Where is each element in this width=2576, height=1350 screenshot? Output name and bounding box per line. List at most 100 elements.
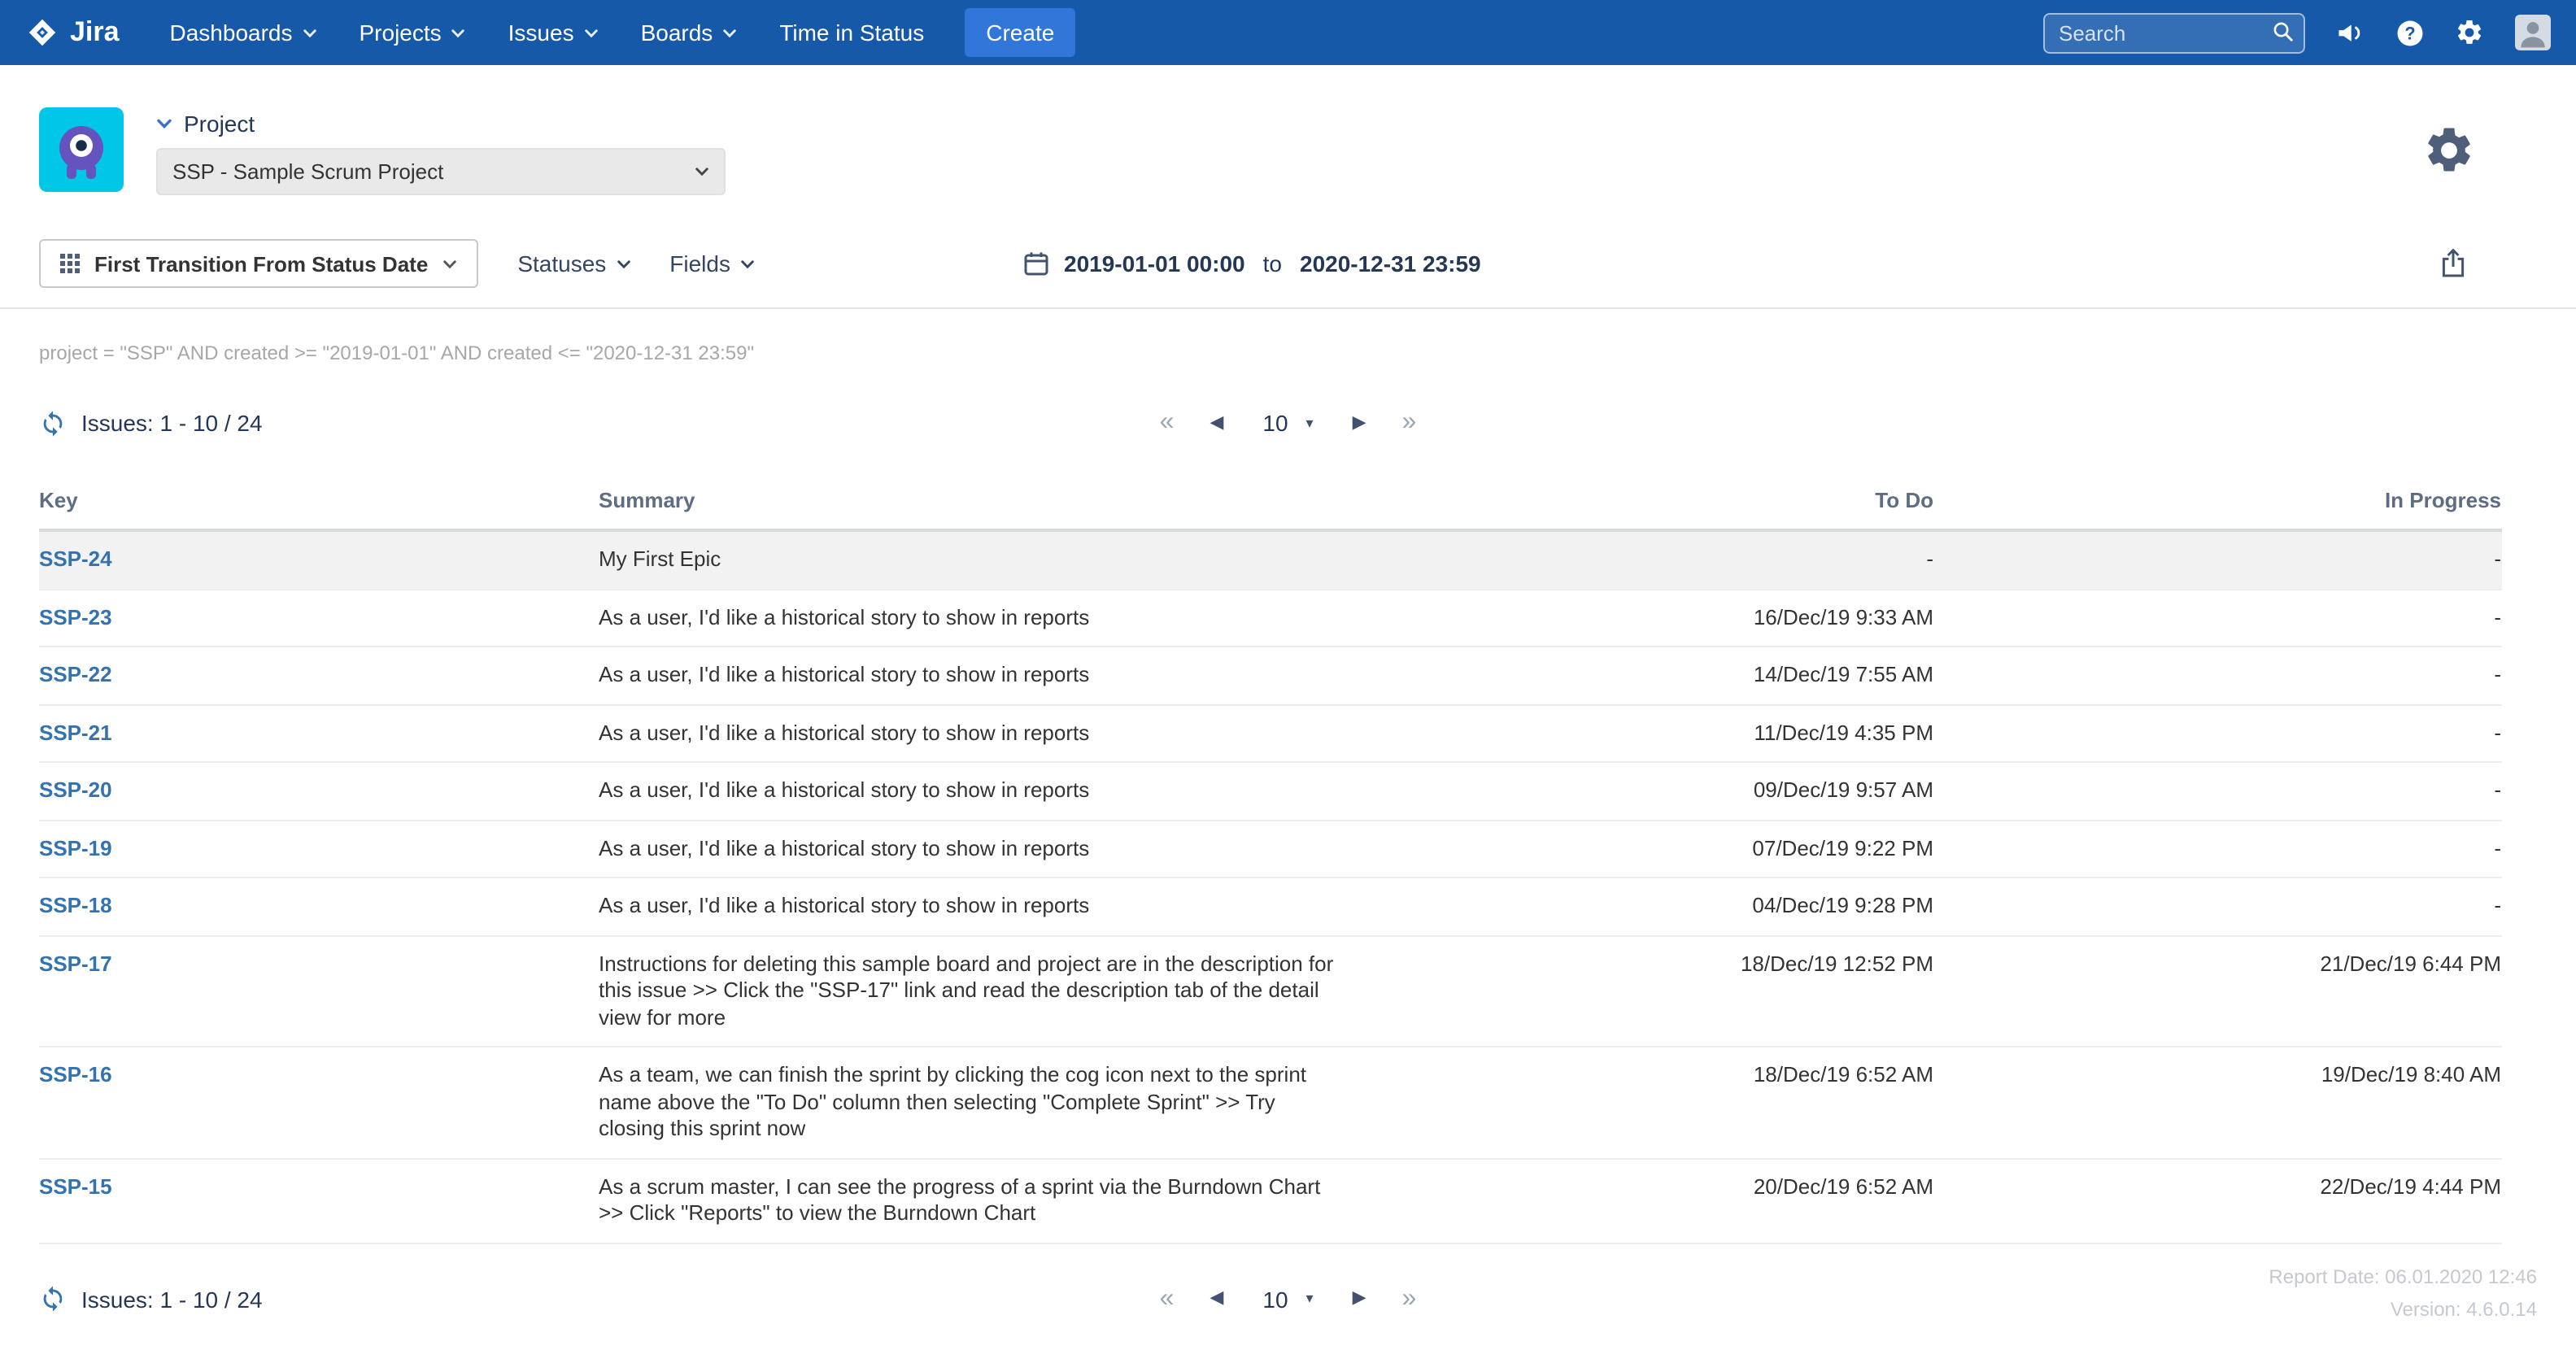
inprogress-date-cell: 19/Dec/19 8:40 AM <box>1933 1047 2501 1158</box>
search-input[interactable] <box>2042 12 2304 53</box>
issue-key-link[interactable]: SSP-22 <box>39 662 112 686</box>
first-page-button[interactable]: « <box>1160 1286 1175 1312</box>
date-from: 2019-01-01 00:00 <box>1064 250 1245 277</box>
statuses-dropdown[interactable]: Statuses <box>517 250 630 277</box>
issue-summary-text: My First Epic <box>599 547 1334 573</box>
jira-logo[interactable]: Jira <box>26 16 120 49</box>
issue-key-cell: SSP-24 <box>39 530 599 589</box>
chevron-down-icon <box>616 256 630 271</box>
first-page-button[interactable]: « <box>1160 410 1175 436</box>
page-size-select[interactable]: 10 ▾ <box>1259 1281 1316 1317</box>
inprogress-date-cell: - <box>1933 530 2501 589</box>
todo-date-cell: 07/Dec/19 9:22 PM <box>1384 820 1933 878</box>
user-avatar[interactable] <box>2514 15 2550 50</box>
issue-summary-cell: As a user, I'd like a historical story t… <box>599 589 1384 647</box>
prev-page-button[interactable]: ◀ <box>1210 1290 1223 1308</box>
announcement-icon[interactable] <box>2335 20 2365 46</box>
gear-icon[interactable] <box>2454 18 2483 47</box>
issue-key-cell: SSP-18 <box>39 878 599 935</box>
column-header-todo[interactable]: To Do <box>1384 465 1933 530</box>
issue-key-link[interactable]: SSP-23 <box>39 604 112 629</box>
fields-dropdown[interactable]: Fields <box>669 250 755 277</box>
issue-key-link[interactable]: SSP-18 <box>39 893 112 917</box>
page-size-value: 10 <box>1262 410 1288 436</box>
report-toolbar: First Transition From Status Date Status… <box>0 195 2576 307</box>
table-header-row: Key Summary To Do In Progress <box>39 465 2501 530</box>
help-icon[interactable]: ? <box>2395 19 2423 46</box>
nav-menu-item[interactable]: Time in Status <box>758 0 945 65</box>
issue-summary-cell: As a scrum master, I can see the progres… <box>599 1158 1384 1243</box>
table-row: SSP-21 As a user, I'd like a historical … <box>39 704 2501 762</box>
issue-key-link[interactable]: SSP-17 <box>39 951 112 975</box>
project-select-value: SSP - Sample Scrum Project <box>172 159 443 184</box>
issue-key-link[interactable]: SSP-21 <box>39 720 112 744</box>
calendar-icon <box>1023 250 1049 277</box>
issues-table: Key Summary To Do In Progress SSP-24 My … <box>39 465 2501 1243</box>
issues-bar-top: Issues: 1 - 10 / 24 « ◀ 10 ▾ ▶ » <box>0 390 2576 455</box>
table-row: SSP-16 As a team, we can finish the spri… <box>39 1047 2501 1158</box>
issue-key-link[interactable]: SSP-19 <box>39 835 112 860</box>
issue-summary-cell: My First Epic <box>599 530 1384 589</box>
issue-key-link[interactable]: SSP-16 <box>39 1062 112 1087</box>
next-page-button[interactable]: ▶ <box>1353 414 1366 432</box>
search-icon[interactable] <box>2272 20 2293 50</box>
search-box[interactable] <box>2042 12 2304 53</box>
next-page-button[interactable]: ▶ <box>1353 1290 1366 1308</box>
issue-key-link[interactable]: SSP-24 <box>39 547 112 571</box>
refresh-icon[interactable] <box>39 409 67 437</box>
todo-date-cell: 16/Dec/19 9:33 AM <box>1384 589 1933 647</box>
create-button[interactable]: Create <box>965 8 1075 57</box>
main-menu: Dashboards Projects Issues <box>149 0 946 65</box>
inprogress-date-cell: - <box>1933 589 2501 647</box>
table-row: SSP-15 As a scrum master, I can see the … <box>39 1158 2501 1243</box>
table-row: SSP-19 As a user, I'd like a historical … <box>39 820 2501 878</box>
nav-menu-item[interactable]: Issues <box>487 0 620 65</box>
inprogress-date-cell: - <box>1933 762 2501 820</box>
last-page-button[interactable]: » <box>1402 1286 1417 1312</box>
chevron-down-icon <box>442 256 457 271</box>
nav-right-cluster: ? <box>2042 12 2550 53</box>
inprogress-date-cell: 21/Dec/19 6:44 PM <box>1933 935 2501 1047</box>
report-settings-gear-icon[interactable] <box>2421 124 2475 185</box>
column-header-inprogress[interactable]: In Progress <box>1933 465 2501 530</box>
nav-menu-item[interactable]: Dashboards <box>149 0 338 65</box>
inprogress-date-cell: 22/Dec/19 4:44 PM <box>1933 1158 2501 1243</box>
column-header-summary[interactable]: Summary <box>599 465 1384 530</box>
nav-menu-item[interactable]: Boards <box>620 0 759 65</box>
nav-menu-item-label: Issues <box>508 20 574 46</box>
issue-key-link[interactable]: SSP-15 <box>39 1174 112 1198</box>
column-header-key[interactable]: Key <box>39 465 599 530</box>
inprogress-date-cell: - <box>1933 820 2501 878</box>
issue-summary-text: As a user, I'd like a historical story t… <box>599 604 1334 631</box>
pagination-top: « ◀ 10 ▾ ▶ » <box>1160 405 1417 441</box>
issue-key-cell: SSP-19 <box>39 820 599 878</box>
refresh-icon[interactable] <box>39 1285 67 1313</box>
grid-icon <box>60 254 80 273</box>
issue-key-cell: SSP-22 <box>39 647 599 704</box>
project-label: Project <box>184 111 255 137</box>
nav-menu-item-label: Dashboards <box>170 20 293 46</box>
chevron-down-icon: ▾ <box>1306 1290 1314 1308</box>
project-label-row[interactable]: Project <box>156 111 726 137</box>
chevron-down-icon <box>584 25 599 40</box>
person-icon <box>2514 15 2550 50</box>
report-version: Version: 4.6.0.14 <box>2269 1292 2537 1325</box>
issues-count-summary: Issues: 1 - 10 / 24 <box>81 410 263 436</box>
page-size-value: 10 <box>1262 1286 1288 1312</box>
project-select[interactable]: SSP - Sample Scrum Project <box>156 148 726 195</box>
export-icon[interactable] <box>2439 249 2465 278</box>
issue-summary-text: As a user, I'd like a historical story t… <box>599 893 1334 920</box>
issue-summary-cell: Instructions for deleting this sample bo… <box>599 935 1384 1047</box>
issue-summary-cell: As a team, we can finish the sprint by c… <box>599 1047 1384 1158</box>
page-size-select[interactable]: 10 ▾ <box>1259 405 1316 441</box>
issue-summary-cell: As a user, I'd like a historical story t… <box>599 878 1384 935</box>
nav-menu-item[interactable]: Projects <box>338 0 487 65</box>
date-range-picker[interactable]: 2019-01-01 00:00 to 2020-12-31 23:59 <box>1023 250 1481 277</box>
issue-key-cell: SSP-20 <box>39 762 599 820</box>
last-page-button[interactable]: » <box>1402 410 1417 436</box>
issue-summary-text: As a user, I'd like a historical story t… <box>599 720 1334 747</box>
metric-selector-button[interactable]: First Transition From Status Date <box>39 239 478 288</box>
prev-page-button[interactable]: ◀ <box>1210 414 1223 432</box>
issue-key-link[interactable]: SSP-20 <box>39 777 112 802</box>
metric-selector-label: First Transition From Status Date <box>94 251 428 276</box>
